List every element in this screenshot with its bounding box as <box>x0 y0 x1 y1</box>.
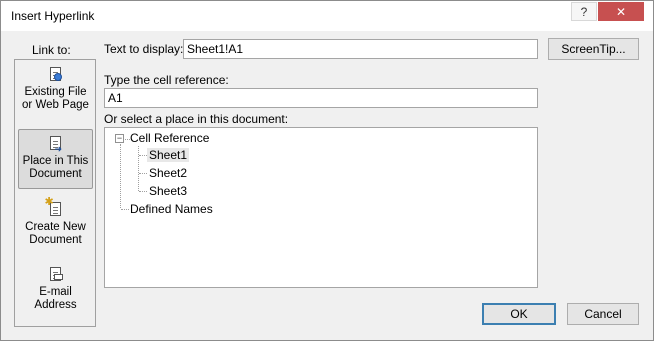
insert-hyperlink-dialog: Insert Hyperlink ? ✕ Link to: Existing F… <box>0 0 654 341</box>
tree-node-sheet2[interactable]: Sheet2 <box>149 166 187 180</box>
link-create-line1: Create New <box>25 221 86 233</box>
text-to-display-label: Text to display: <box>104 42 184 56</box>
link-place-in-document[interactable]: ➜ Place in This Document <box>18 129 93 189</box>
cell-reference-label: Type the cell reference: <box>104 73 229 87</box>
email-address-icon <box>48 266 64 284</box>
tree-node-sheet1[interactable]: Sheet1 <box>147 148 190 162</box>
tree-node-cell-reference[interactable]: Cell Reference <box>130 131 209 145</box>
help-button[interactable]: ? <box>571 2 597 21</box>
link-email-line1: E-mail <box>39 286 72 298</box>
existing-file-web-page-icon <box>48 66 64 84</box>
ok-button[interactable]: OK <box>482 303 556 325</box>
close-button[interactable]: ✕ <box>598 2 644 21</box>
screentip-button[interactable]: ScreenTip... <box>548 38 639 60</box>
cancel-button[interactable]: Cancel <box>567 303 639 325</box>
text-to-display-input[interactable]: Sheet1!A1 <box>183 39 538 59</box>
link-existing-file-line2: or Web Page <box>22 99 89 111</box>
link-place-line1: Place in This <box>22 155 89 167</box>
title-bar: Insert Hyperlink ? ✕ <box>1 1 653 31</box>
collapse-icon[interactable]: − <box>115 134 124 143</box>
tree-node-sheet3[interactable]: Sheet3 <box>149 184 187 198</box>
link-to-panel: Existing File or Web Page ➜ Place in Thi… <box>14 59 96 327</box>
link-email-line2: Address <box>34 299 77 311</box>
create-new-document-icon: ✱ <box>45 197 64 219</box>
tree-node-defined-names[interactable]: Defined Names <box>130 202 213 216</box>
dialog-title: Insert Hyperlink <box>11 9 95 23</box>
link-create-line2: Document <box>29 234 82 246</box>
select-place-label: Or select a place in this document: <box>104 112 289 126</box>
link-email-address[interactable]: E-mail Address <box>18 266 93 326</box>
link-place-line2: Document <box>29 168 82 180</box>
link-existing-file-line1: Existing File <box>24 86 87 98</box>
link-existing-file[interactable]: Existing File or Web Page <box>18 66 93 126</box>
cell-reference-input[interactable]: A1 <box>104 88 538 108</box>
link-to-label: Link to: <box>32 43 71 57</box>
place-in-document-icon: ➜ <box>48 135 64 154</box>
place-tree: − Cell Reference Sheet1 Sheet2 Sheet3 De… <box>104 127 538 288</box>
link-create-new-document[interactable]: ✱ Create New Document <box>18 197 93 261</box>
